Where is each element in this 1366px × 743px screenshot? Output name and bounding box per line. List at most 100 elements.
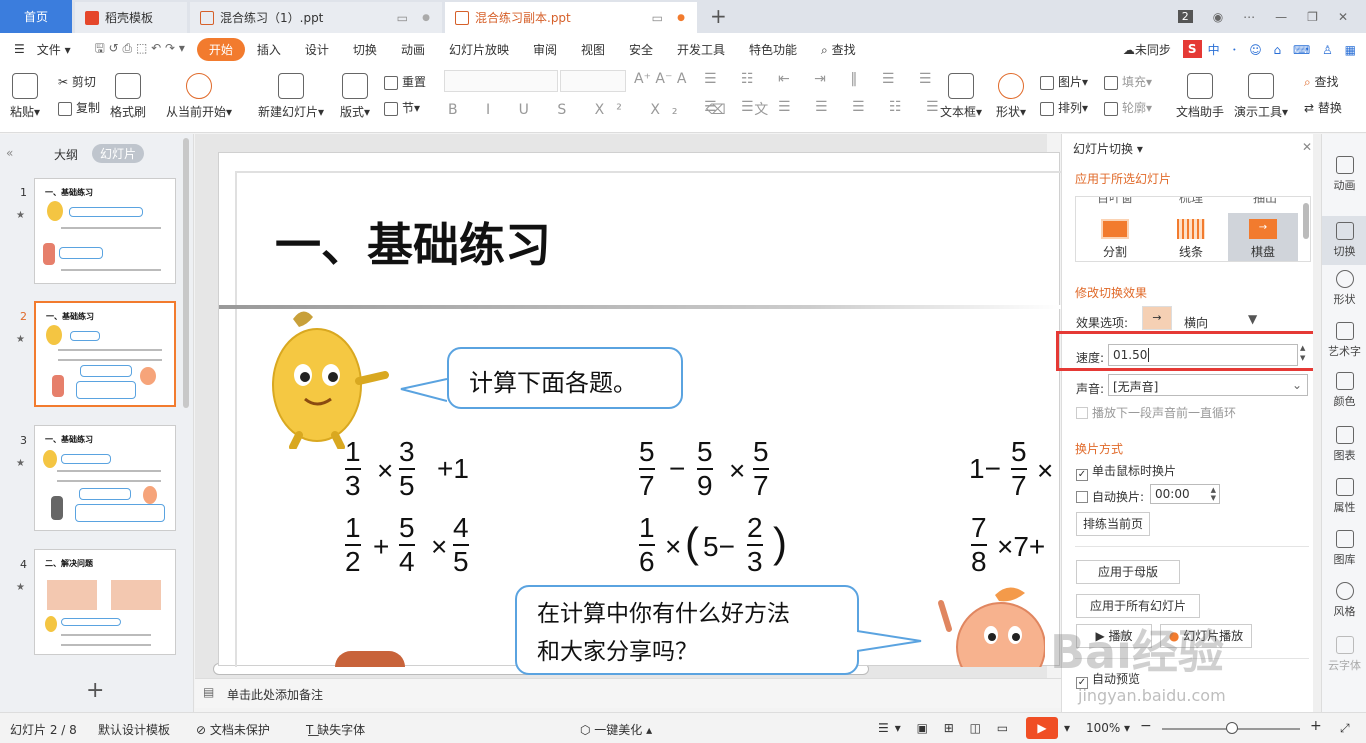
slide-thumb-1[interactable]: 一、基础练习 [34,178,176,284]
paste-button[interactable]: 粘贴▾ [10,73,40,120]
fit-window-icon[interactable]: ⤢ [1340,721,1350,736]
sidebar-color[interactable]: 颜色 [1322,372,1366,409]
menu-animation[interactable]: 动画 [389,41,437,58]
restore-icon[interactable]: ❐ [1307,10,1318,24]
view-mode-icons[interactable]: ☰▾ ▣ ⊞ ◫ ▭ [878,721,1014,735]
avatar[interactable]: ◉ [1213,10,1223,24]
current-slide[interactable]: 一、基础练习 计算下面各题。 13 × 35 +1 57 − 59 × 57 1… [218,152,1061,675]
menu-slideshow[interactable]: 幻灯片放映 [437,41,521,58]
tab-dot-icon[interactable]: ● [422,13,430,23]
sync-status[interactable]: ☁未同步 [1111,41,1183,58]
replace-button[interactable]: ⇄ 替换 [1304,99,1342,116]
slide-title[interactable]: 一、基础练习 [275,209,551,275]
sidebar-animation[interactable]: 动画 [1322,156,1366,193]
effect-lines[interactable]: 线条 [1156,213,1226,261]
play-dropdown-icon[interactable]: ▾ [1064,721,1070,735]
sidebar-gallery[interactable]: 图库 [1322,530,1366,567]
tab-doc2[interactable]: 混合练习副本.ppt ▭ ● [445,2,697,33]
panel-title[interactable]: 幻灯片切换 ▾ [1073,140,1143,157]
doc-helper-button[interactable]: 文档助手 [1176,73,1224,120]
tab-slides[interactable]: 幻灯片 [92,144,145,163]
find-button[interactable]: ⌕ 查找 [1304,73,1339,90]
layout-button[interactable]: 版式▾ [340,73,370,120]
picture-button[interactable]: 图片▾ [1040,73,1088,90]
apply-master-button[interactable]: 应用于母版 [1076,560,1180,584]
menu-file[interactable]: 文件 ▾ [37,41,83,58]
sidebar-wordart[interactable]: 艺术字 [1322,322,1366,359]
more-icon[interactable]: ⋯ [1243,10,1255,24]
section-button[interactable]: 节▾ [384,99,420,116]
sidebar-transition[interactable]: 切换 [1322,216,1366,265]
zoom-dropdown-icon[interactable]: ▾ [1124,721,1130,735]
sidebar-style[interactable]: 风格 [1322,582,1366,619]
new-slide-button[interactable]: 新建幻灯片▾ [258,73,324,120]
gallery-scrollbar[interactable] [1303,203,1309,239]
menu-features[interactable]: 特色功能 [737,41,809,58]
notes-bar[interactable]: ▤ 单击此处添加备注 [195,678,1061,708]
speech-bubble-1[interactable]: 计算下面各题。 [447,347,683,409]
outline-button[interactable]: 轮廓▾ [1104,99,1152,116]
auto-advance-checkbox[interactable]: 自动换片: [1076,488,1144,505]
fill-button[interactable]: 填充▾ [1104,73,1152,90]
panel-close-icon[interactable]: ✕ [1302,140,1312,154]
slide-thumb-3[interactable]: 一、基础练习 [34,425,176,531]
menu-home[interactable]: 开始 [196,37,245,61]
auto-advance-time-input[interactable]: 00:00 ▲ ▼ [1150,484,1220,504]
paragraph-list-icons[interactable]: ☰ ☷ ⇤ ⇥ ‖ ☰ ☰ [704,71,941,87]
add-slide-plus-icon[interactable]: + [86,678,104,703]
effect-checkerboard-selected[interactable]: → 棋盘 [1228,213,1298,261]
menu-search[interactable]: ⌕ 查找 [809,41,868,58]
present-tools-button[interactable]: 演示工具▾ [1234,73,1288,120]
window-count-badge[interactable]: 2 [1177,10,1193,23]
missing-font[interactable]: T͟ 缺失字体 [306,721,365,738]
new-tab-plus-icon[interactable]: + [710,4,727,28]
rehearse-button[interactable]: 排练当前页 [1076,512,1150,536]
effect-option-dropdown-icon[interactable]: ▼ [1248,312,1257,326]
panel-scrollbar[interactable] [1313,134,1321,712]
sidebar-chart[interactable]: 图表 [1322,426,1366,463]
close-icon[interactable]: ✕ [1338,10,1348,24]
hamburger-icon[interactable]: ☰ [0,42,37,56]
tab-templates[interactable]: 稻壳模板 [75,2,187,33]
apply-all-button[interactable]: 应用于所有幻灯片 [1076,594,1200,618]
speed-input[interactable]: 01.50 [1108,344,1298,366]
tab-doc1[interactable]: 混合练习（1）.ppt ▭ ● [190,2,442,33]
format-painter-button[interactable]: 格式刷 [110,73,146,120]
slide-thumb-2[interactable]: 一、基础练习 [34,301,176,407]
sogou-ime-icon[interactable]: S [1182,40,1202,58]
copy-button[interactable]: 复制 [58,99,100,116]
zoom-slider-handle[interactable] [1226,722,1238,734]
slide-thumb-4[interactable]: 二、解决问题 [34,549,176,655]
sidebar-cloud-font[interactable]: 云字体 [1322,636,1366,673]
zoom-in-icon[interactable]: + [1310,718,1322,734]
time-spinner-icon[interactable]: ▲ ▼ [1211,486,1216,502]
paragraph-align-icons[interactable]: ☰ ☰ ☰ ☰ ☰ ☷ ☰ [704,99,949,115]
textbox-button[interactable]: 文本框▾ [940,73,982,120]
effect-option-icon[interactable]: → [1142,306,1172,330]
effect-option-value[interactable]: 横向 [1184,314,1208,331]
speech-bubble-2[interactable]: 在计算中你有什么好方法 和大家分享吗？ [515,585,859,675]
design-template[interactable]: 默认设计模板 [98,721,170,738]
tab-modified-dot-icon[interactable]: ● [677,13,685,23]
beautify-button[interactable]: ⬡ 一键美化 ▴ [580,721,652,738]
play-slideshow-button[interactable]: ▶ [1026,717,1058,739]
tab-outline[interactable]: 大纲 [54,146,78,163]
menu-review[interactable]: 审阅 [521,41,569,58]
zoom-level[interactable]: 100% [1086,721,1120,735]
shape-button[interactable]: 形状▾ [996,73,1026,120]
menu-design[interactable]: 设计 [293,41,341,58]
loop-sound-checkbox[interactable]: 播放下一段声音前一直循环 [1076,404,1236,421]
speed-spinner-icon[interactable]: ▲ ▼ [1300,343,1305,363]
sidebar-shape[interactable]: 形状 [1322,270,1366,307]
tab-home[interactable]: 首页 [0,0,72,33]
sound-select[interactable]: [无声音] ⌄ [1108,374,1308,396]
cut-button[interactable]: ✂ 剪切 [58,73,96,90]
from-current-button[interactable]: 从当前开始▾ [166,73,232,120]
monitor-icon[interactable]: ▭ [397,11,408,25]
reset-button[interactable]: 重置 [384,73,426,90]
thumbs-scrollbar[interactable] [183,138,189,408]
sidebar-properties[interactable]: 属性 [1322,478,1366,515]
menu-insert[interactable]: 插入 [245,41,293,58]
minimize-icon[interactable]: — [1275,10,1287,24]
menu-developer[interactable]: 开发工具 [665,41,737,58]
